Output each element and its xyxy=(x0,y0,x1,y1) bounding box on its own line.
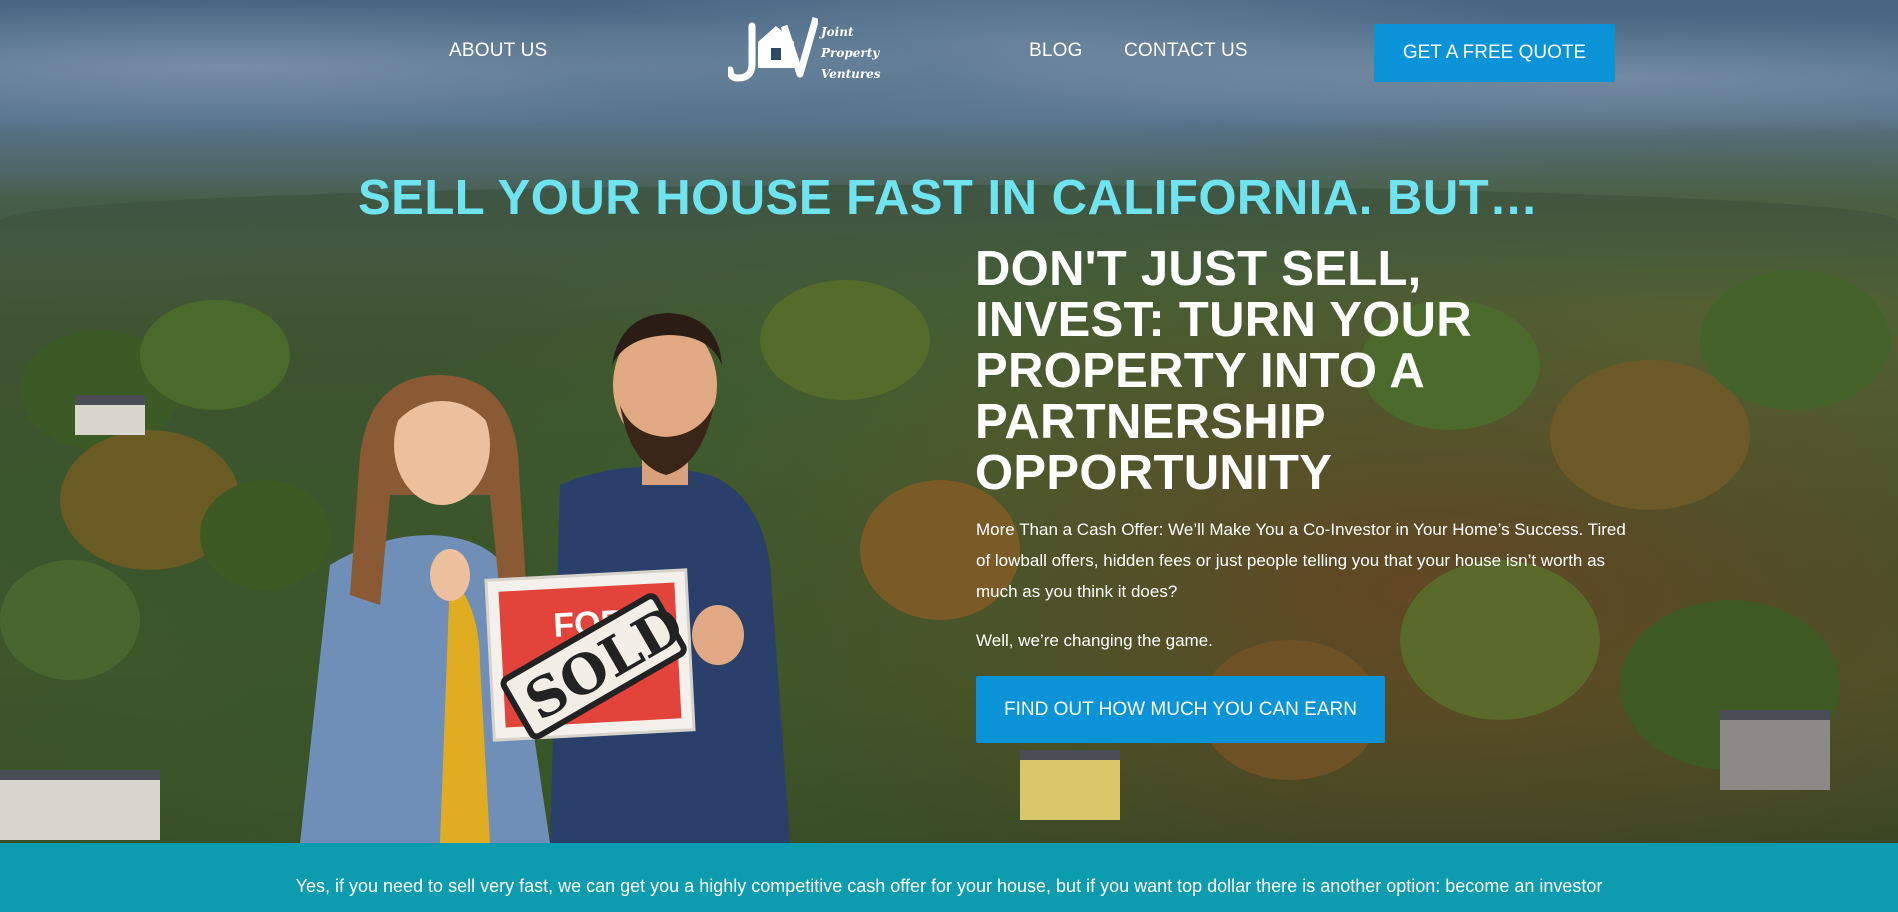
info-band: Yes, if you need to sell very fast, we c… xyxy=(0,843,1898,912)
logo-line-2: Property xyxy=(821,46,880,60)
house xyxy=(1020,750,1120,820)
hero-paragraph-intro: More Than a Cash Offer: We’ll Make You a… xyxy=(976,520,1626,601)
house-logo-icon xyxy=(726,17,820,82)
info-band-text: Yes, if you need to sell very fast, we c… xyxy=(295,876,1603,896)
logo[interactable]: Joint Property Ventures xyxy=(726,12,904,84)
nav-about-us[interactable]: ABOUT US xyxy=(449,40,547,62)
tree-canopy xyxy=(0,560,140,680)
tree-canopy xyxy=(1700,270,1890,410)
house xyxy=(1720,710,1830,790)
house xyxy=(0,770,160,840)
hero-headline: SELL YOUR HOUSE FAST IN CALIFORNIA. BUT… xyxy=(358,171,1539,225)
nav-contact-us[interactable]: CONTACT US xyxy=(1124,40,1248,62)
logo-line-1: Joint xyxy=(821,25,854,39)
hero-section: FOR SOLD xyxy=(0,0,1898,843)
couple-illustration: FOR SOLD xyxy=(300,313,790,843)
nav-blog[interactable]: BLOG xyxy=(1029,40,1083,62)
logo-line-3: Ventures xyxy=(821,67,881,81)
find-out-earnings-button[interactable]: FIND OUT HOW MUCH YOU CAN EARN xyxy=(976,676,1385,743)
house xyxy=(75,395,145,435)
hero-paragraph-game: Well, we’re changing the game. xyxy=(976,631,1213,650)
get-free-quote-button[interactable]: GET A FREE QUOTE xyxy=(1374,24,1615,82)
tree-canopy xyxy=(140,300,290,410)
hero-subheadline: DON'T JUST SELL, INVEST: TURN YOUR PROPE… xyxy=(975,242,1472,500)
